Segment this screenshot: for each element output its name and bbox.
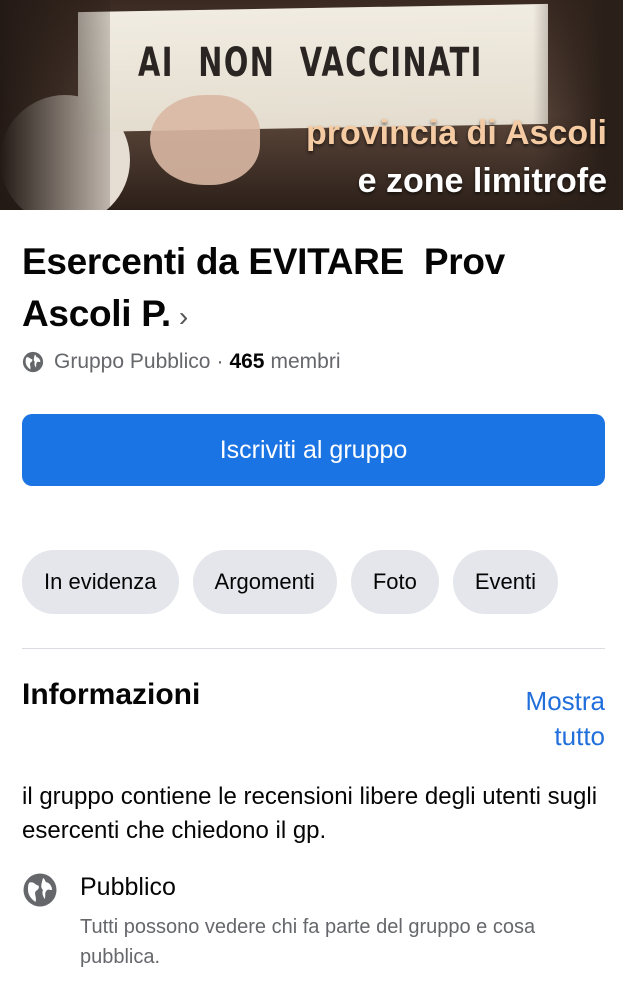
members-label[interactable]: membri (270, 350, 340, 374)
group-meta: Gruppo Pubblico · 465 membri (22, 348, 341, 376)
globe-icon (22, 351, 44, 373)
tab-in-evidenza[interactable]: In evidenza (22, 550, 179, 614)
tab-argomenti[interactable]: Argomenti (192, 550, 337, 614)
join-group-button[interactable]: Iscriviti al gruppo (22, 414, 605, 486)
tab-foto[interactable]: Foto (350, 550, 439, 614)
privacy-title: Pubblico (80, 873, 176, 901)
info-heading: Informazioni (22, 678, 201, 711)
meta-separator: · (216, 350, 224, 373)
cover-caption-line1: provincia di Ascoli (305, 114, 607, 152)
globe-icon (23, 873, 57, 907)
group-cover-photo[interactable]: AI NON VACCINATI provincia di Ascoli e z… (0, 0, 623, 210)
member-count[interactable]: 465 (229, 350, 264, 374)
cover-banner-text: AI NON VACCINATI (138, 40, 483, 86)
cover-caption-line2: e zone limitrofe (357, 162, 607, 200)
cover-hand (150, 95, 260, 185)
chevron-right-icon: › (178, 301, 188, 332)
section-divider (22, 648, 605, 649)
tab-eventi[interactable]: Eventi (452, 550, 558, 614)
group-privacy-label: Gruppo Pubblico (54, 350, 211, 373)
cover-shade-left (0, 0, 110, 210)
group-description: il gruppo contiene le recensioni libere … (22, 783, 598, 844)
group-tabs: In evidenza Argomenti Foto Eventi (22, 550, 558, 614)
group-title-text: Esercenti da EVITARE Prov Ascoli P. (22, 241, 514, 334)
group-title[interactable]: Esercenti da EVITARE Prov Ascoli P. › (22, 236, 602, 343)
show-all-link[interactable]: Mostra tutto (485, 684, 605, 754)
privacy-description: Tutti possono vedere chi fa parte del gr… (80, 916, 536, 968)
